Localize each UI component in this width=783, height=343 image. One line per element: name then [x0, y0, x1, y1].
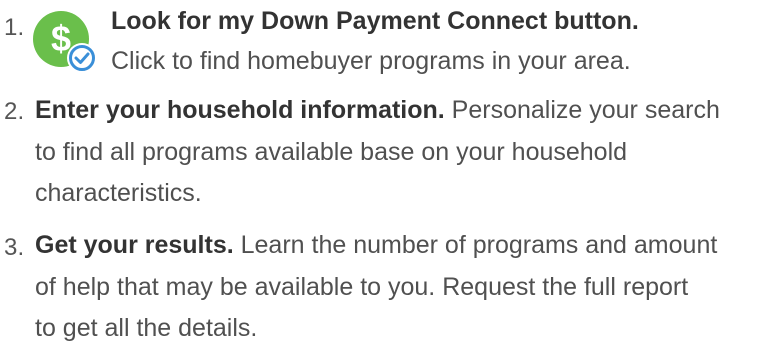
- step-2-description-2: to find all programs available base on y…: [35, 138, 628, 166]
- step-2-number: 2.: [4, 98, 25, 125]
- step-3-description-1: Learn the number of programs and amount: [233, 231, 718, 259]
- step-3-description-2: of help that may be available to you. Re…: [35, 273, 689, 301]
- step-1-description: Click to find homebuyer programs in your…: [111, 47, 631, 75]
- step-2-description-3: characteristics.: [35, 179, 202, 207]
- step-2-line-1: Enter your household information. Person…: [35, 95, 720, 125]
- step-3-line-1: Get your results. Learn the number of pr…: [35, 230, 717, 260]
- step-3-description-3: to get all the details.: [35, 314, 258, 342]
- step-3-title: Get your results.: [35, 231, 234, 259]
- step-3-number: 3.: [4, 234, 25, 261]
- dollar-check-badge-icon: $: [33, 11, 97, 73]
- step-2-title: Enter your household information.: [35, 96, 445, 124]
- step-1-title: Look for my Down Payment Connect button.: [111, 7, 639, 35]
- step-1-number: 1.: [4, 14, 25, 41]
- step-1: 1. $ Look for my Down Payment Connect bu…: [0, 0, 783, 90]
- step-2-description-1: Personalize your search: [444, 96, 720, 124]
